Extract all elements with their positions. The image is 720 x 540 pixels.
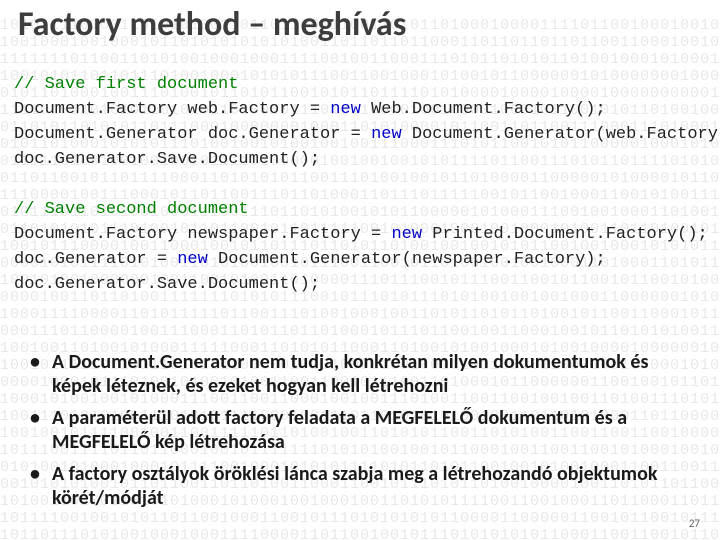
code-line-3c: Document.Generator(web.Factory); — [402, 125, 720, 144]
code-line-6c: Printed.Document.Factory(); — [422, 225, 708, 244]
bullet-list: A Document.Generator nem tudja, konkréta… — [30, 350, 700, 518]
code-line-2a: Document.Factory web.Factory = — [14, 100, 330, 119]
keyword-new: new — [391, 225, 422, 244]
code-line-7c: Document.Generator(newspaper.Factory); — [208, 250, 606, 269]
code-line-4: doc.Generator.Save.Document(); — [14, 150, 320, 169]
slide-title: Factory method – meghívás — [18, 4, 406, 45]
code-line-7a: doc.Generator = — [14, 250, 177, 269]
page-number: 27 — [689, 517, 700, 530]
code-line-8: doc.Generator.Save.Document(); — [14, 275, 320, 294]
code-comment-2: // Save second document — [14, 200, 249, 219]
bullet-item: A factory osztályok öröklési lánca szabj… — [30, 462, 700, 510]
keyword-new: new — [330, 100, 361, 119]
code-line-6a: Document.Factory newspaper.Factory = — [14, 225, 391, 244]
code-block: // Save first document Document.Factory … — [14, 72, 720, 297]
keyword-new: new — [371, 125, 402, 144]
code-line-3a: Document.Generator doc.Generator = — [14, 125, 371, 144]
code-comment-1: // Save first document — [14, 75, 238, 94]
bullet-item: A paraméterül adott factory feladata a M… — [30, 406, 700, 454]
code-line-2c: Web.Document.Factory(); — [361, 100, 606, 119]
bullet-item: A Document.Generator nem tudja, konkréta… — [30, 350, 700, 398]
keyword-new: new — [177, 250, 208, 269]
